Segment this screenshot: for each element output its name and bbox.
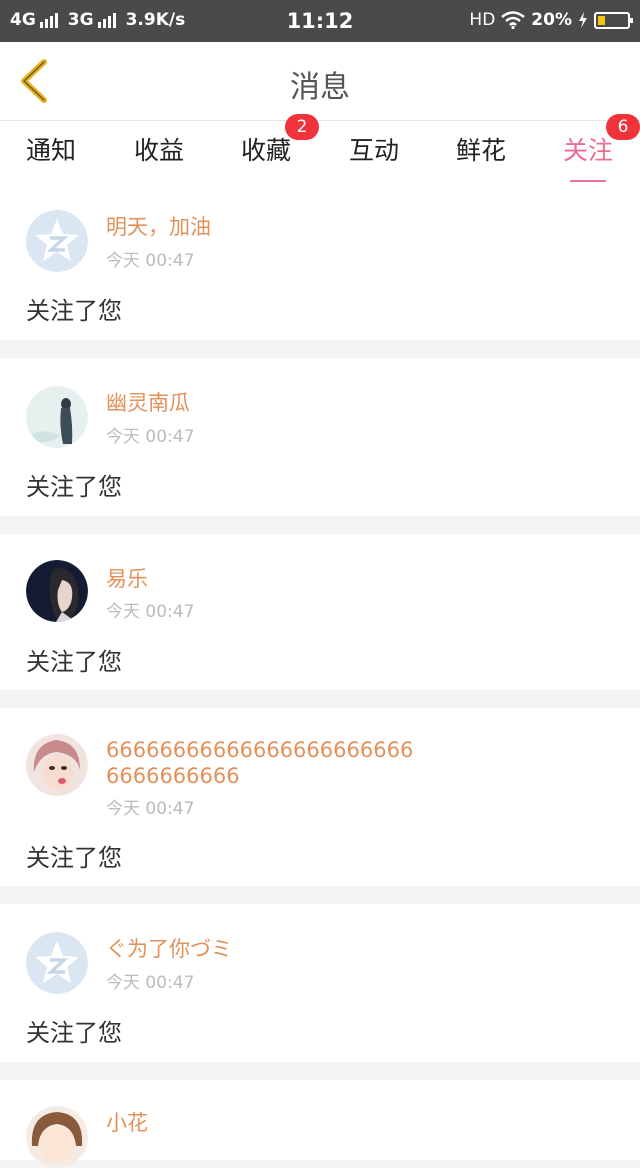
tab-label: 收藏	[240, 136, 291, 165]
user-name[interactable]: 幽灵南瓜	[106, 390, 426, 416]
page-title: 消息	[290, 70, 350, 105]
follows-count-badge: 6	[606, 114, 640, 140]
notification-time: 今天 00:47	[106, 251, 195, 271]
notification-text: 关注了您	[26, 473, 122, 501]
list-item[interactable]: ぐ为了你づミ 今天 00:47 关注了您	[0, 904, 640, 1062]
notification-text: 关注了您	[26, 1019, 122, 1047]
list-item[interactable]: 小花	[0, 1080, 640, 1168]
status-right: HD 20%	[469, 10, 633, 30]
favorites-count-badge: 2	[285, 114, 319, 140]
charging-bolt-icon	[579, 12, 587, 28]
tab-label: 关注	[562, 136, 613, 165]
default-avatar-icon[interactable]	[26, 932, 88, 994]
user-name[interactable]: 666666666666666666666666666666666	[106, 737, 426, 789]
user-name[interactable]: 小花	[106, 1110, 426, 1136]
list-item[interactable]: 幽灵南瓜 今天 00:47 关注了您	[0, 358, 640, 516]
wifi-icon	[501, 11, 526, 29]
tab-bar: 通知 收益 收藏 2 互动 鲜花 关注 6	[0, 114, 640, 183]
user-name[interactable]: 明天，加油	[106, 214, 426, 240]
user-avatar[interactable]	[26, 560, 88, 622]
app-header: 消息	[0, 42, 640, 120]
battery-percent: 20%	[531, 10, 572, 30]
list-item[interactable]: 666666666666666666666666666666666 今天 00:…	[0, 708, 640, 886]
tab-notifications[interactable]: 通知	[6, 131, 96, 167]
user-avatar[interactable]	[26, 386, 88, 448]
notification-time: 今天 00:47	[106, 602, 195, 622]
user-avatar[interactable]	[26, 734, 88, 796]
status-bar: 4G 3G 3.9K/s 11:12 HD 20%	[0, 0, 640, 42]
battery-icon	[594, 11, 633, 29]
tab-flowers[interactable]: 鲜花	[436, 131, 526, 167]
notification-time: 今天 00:47	[106, 973, 195, 993]
tab-label: 鲜花	[455, 136, 506, 165]
notification-text: 关注了您	[26, 648, 122, 676]
notification-time: 今天 00:47	[106, 427, 195, 447]
tab-label: 收益	[133, 136, 184, 165]
list-item[interactable]: 易乐 今天 00:47 关注了您	[0, 534, 640, 690]
tab-interactions[interactable]: 互动	[329, 131, 419, 167]
user-name[interactable]: ぐ为了你づミ	[106, 936, 426, 962]
notification-time: 今天 00:47	[106, 799, 195, 819]
notification-text: 关注了您	[26, 844, 122, 872]
tab-label: 互动	[348, 136, 399, 165]
user-name[interactable]: 易乐	[106, 566, 426, 592]
default-avatar-icon[interactable]	[26, 210, 88, 272]
tab-earnings[interactable]: 收益	[114, 131, 204, 167]
hd-label: HD	[469, 10, 496, 30]
user-avatar[interactable]	[26, 1106, 88, 1168]
list-item[interactable]: 明天，加油 今天 00:47 关注了您	[0, 182, 640, 340]
tab-label: 通知	[25, 136, 76, 165]
notification-text: 关注了您	[26, 297, 122, 325]
